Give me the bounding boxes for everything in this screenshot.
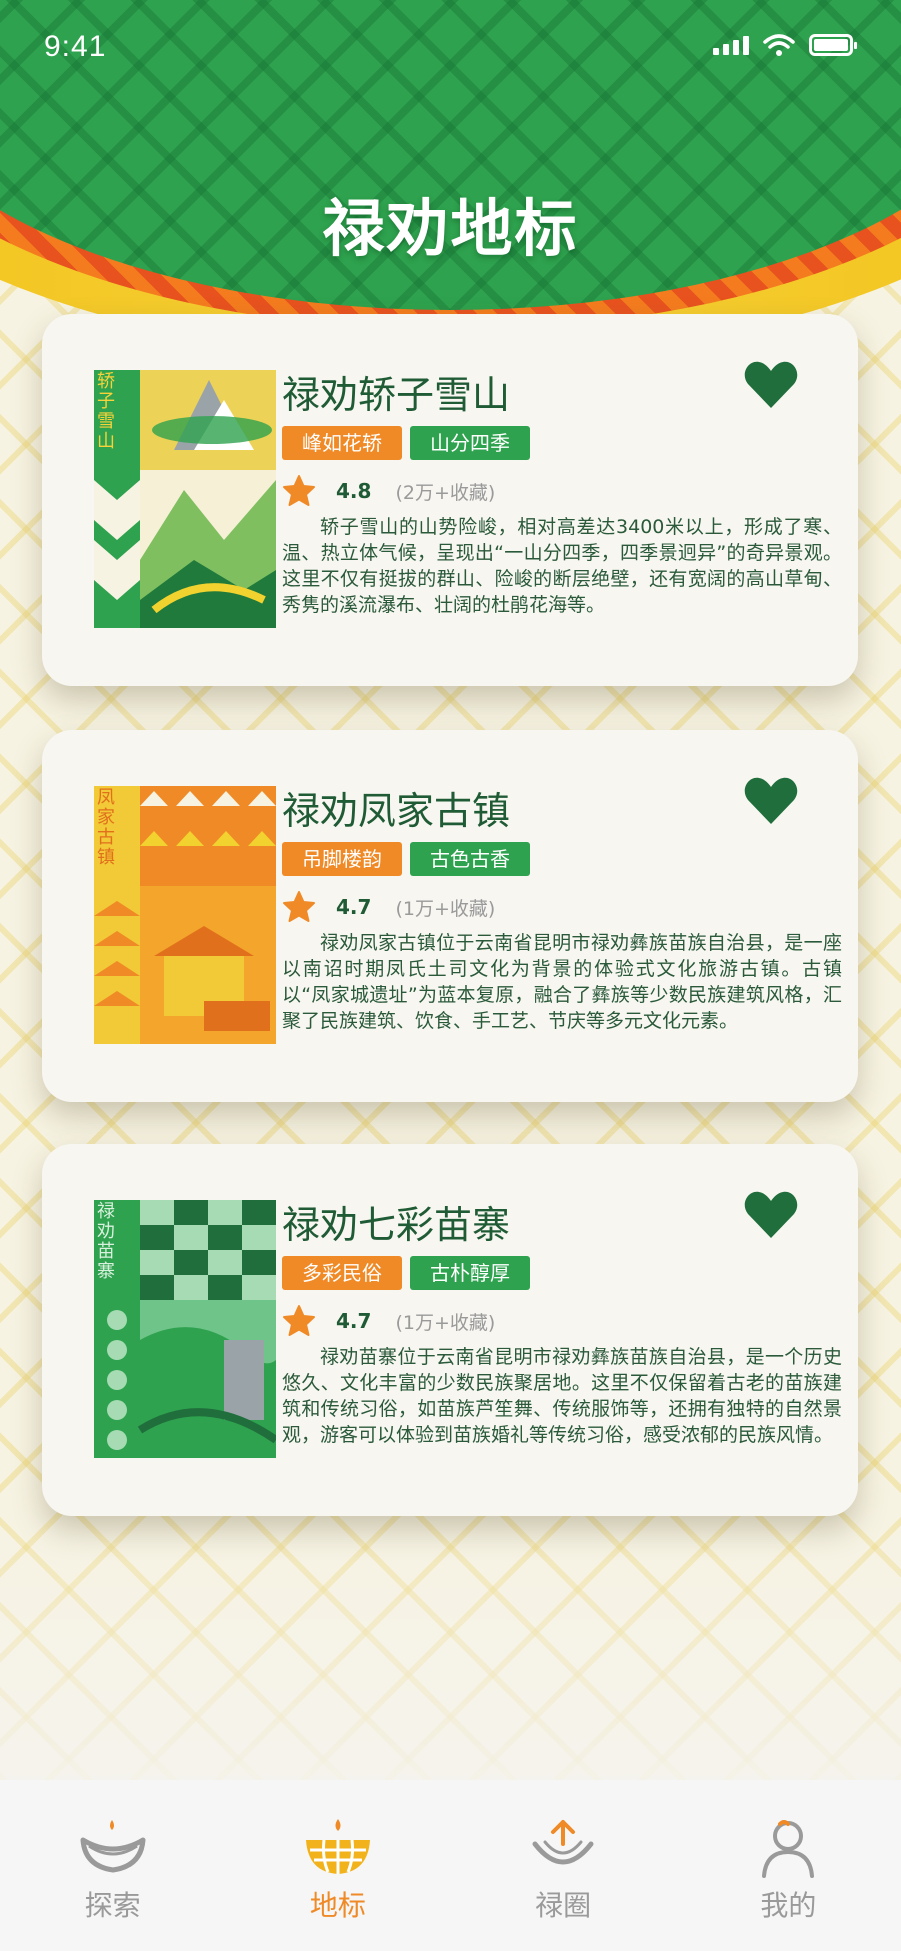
favorites-count: (2万+收藏) — [395, 481, 496, 504]
rating-row: 4.7 (1万+收藏) — [282, 890, 495, 924]
header: 9:41 禄劝地标 — [0, 0, 901, 340]
landmark-thumbnail[interactable]: 凤家古镇 — [94, 786, 276, 1044]
tag-badge: 古朴醇厚 — [410, 1256, 530, 1290]
battery-icon — [809, 34, 857, 56]
tag-list: 吊脚楼韵 古色古香 — [282, 842, 530, 876]
rating-score: 4.7 — [336, 895, 372, 919]
star-icon — [283, 891, 315, 922]
landmark-card[interactable]: 凤家古镇 禄劝凤家古镇 吊脚楼韵 古色古香 4.7 (1万+收藏) 禄劝凤家古镇… — [42, 730, 858, 1102]
nav-label: 地标 — [309, 1889, 366, 1922]
card-description: 禄劝凤家古镇位于云南省昆明市禄劝彝族苗族自治县，是一座以南诏时期凤氏土司文化为背… — [282, 932, 842, 1032]
tag-badge: 吊脚楼韵 — [282, 842, 402, 876]
thumbnail-caption: 轿子雪山 — [97, 371, 115, 452]
tag-list: 峰如花轿 山分四季 — [282, 426, 530, 460]
landmark-thumbnail[interactable]: 禄劝苗寨 — [94, 1200, 276, 1458]
heart-icon[interactable] — [744, 360, 798, 410]
card-title: 禄劝七彩苗寨 — [282, 1203, 511, 1247]
landmark-card[interactable]: 轿子雪山 禄劝轿子雪山 峰如花轿 山分四季 4.8 (2万+收藏) 轿子雪山的山… — [42, 314, 858, 686]
circle-share-icon — [532, 1820, 594, 1865]
card-title: 禄劝轿子雪山 — [282, 373, 511, 417]
status-time: 9:41 — [44, 30, 107, 63]
nav-label: 探索 — [84, 1889, 141, 1922]
wifi-icon — [763, 34, 795, 56]
favorites-count: (1万+收藏) — [395, 1311, 496, 1334]
landmark-thumbnail[interactable]: 轿子雪山 — [94, 370, 276, 628]
tag-badge: 古色古香 — [410, 842, 530, 876]
tag-badge: 多彩民俗 — [282, 1256, 402, 1290]
page-title: 禄劝地标 — [322, 192, 579, 265]
rating-row: 4.7 (1万+收藏) — [282, 1304, 495, 1338]
landmark-icon — [305, 1819, 370, 1874]
status-icons — [713, 34, 857, 56]
explore-icon — [80, 1820, 146, 1873]
nav-label: 我的 — [760, 1889, 817, 1922]
nav-item-explore[interactable]: 探索 — [0, 1780, 225, 1951]
cellular-signal-icon — [713, 35, 749, 55]
nav-item-circle[interactable]: 禄圈 — [451, 1780, 676, 1951]
tag-badge: 山分四季 — [410, 426, 530, 460]
card-title: 禄劝凤家古镇 — [282, 789, 511, 833]
tag-list: 多彩民俗 古朴醇厚 — [282, 1256, 530, 1290]
thumbnail-caption: 凤家古镇 — [97, 787, 115, 868]
card-description: 禄劝苗寨位于云南省昆明市禄劝彝族苗族自治县，是一个历史悠久、文化丰富的少数民族聚… — [282, 1346, 842, 1446]
bottom-nav: 探索 地标 禄圈 我的 — [0, 1780, 901, 1951]
landmark-card[interactable]: 禄劝苗寨 禄劝七彩苗寨 多彩民俗 古朴醇厚 4.7 (1万+收藏) 禄劝苗寨位于… — [42, 1144, 858, 1516]
background-fade — [0, 1500, 901, 1780]
favorites-count: (1万+收藏) — [395, 897, 496, 920]
card-description: 轿子雪山的山势险峻，相对高差达3400米以上，形成了寒、温、热立体气候，呈现出“… — [282, 516, 842, 616]
heart-icon[interactable] — [744, 776, 798, 826]
rating-row: 4.8 (2万+收藏) — [282, 474, 495, 508]
heart-icon[interactable] — [744, 1190, 798, 1240]
tag-badge: 峰如花轿 — [282, 426, 402, 460]
nav-item-landmark[interactable]: 地标 — [225, 1780, 450, 1951]
star-icon — [283, 475, 315, 506]
rating-score: 4.7 — [336, 1309, 372, 1333]
thumbnail-caption: 禄劝苗寨 — [97, 1201, 115, 1282]
profile-icon — [762, 1820, 815, 1878]
nav-label: 禄圈 — [535, 1889, 592, 1922]
nav-item-profile[interactable]: 我的 — [676, 1780, 901, 1951]
star-icon — [283, 1305, 315, 1336]
rating-score: 4.8 — [336, 479, 372, 503]
